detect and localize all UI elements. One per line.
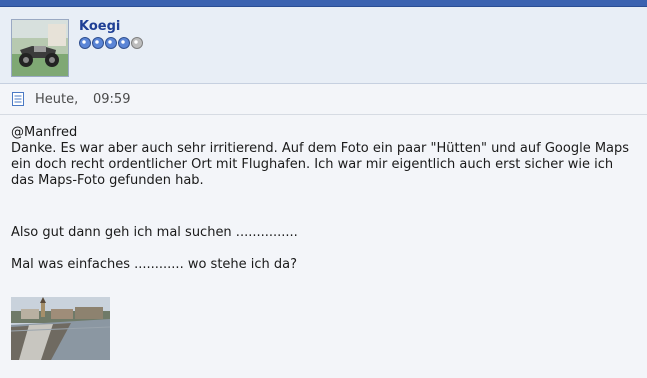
- avatar[interactable]: [11, 19, 69, 77]
- post-paragraph: Also gut dann geh ich mal suchen .......…: [11, 225, 298, 240]
- post-body: @Manfred Danke. Es war aber auch sehr ir…: [11, 125, 636, 189]
- post-time: 09:59: [93, 92, 131, 107]
- post-photo-image: [11, 297, 110, 360]
- post-date: Heute,: [35, 92, 79, 107]
- post-photo[interactable]: [11, 297, 110, 360]
- post-text-line: ein doch recht ordentlicher Ort mit Flug…: [11, 157, 614, 172]
- post-paragraph: Mal was einfaches ............ wo stehe …: [11, 257, 298, 272]
- rank-dot-empty-icon: [131, 37, 143, 49]
- username-link[interactable]: Koegi: [79, 19, 120, 34]
- post-text-line: das Maps-Foto gefunden hab.: [11, 173, 204, 188]
- rank-dot-icon: [118, 37, 130, 49]
- user-info-bar: Koegi: [0, 7, 647, 84]
- forum-top-bar: [0, 0, 647, 7]
- rank-dot-icon: [79, 37, 91, 49]
- post-text-line: Danke. Es war aber auch sehr irritierend…: [11, 141, 630, 156]
- user-rank: [79, 37, 143, 49]
- avatar-image: [12, 20, 68, 76]
- rank-dot-icon: [92, 37, 104, 49]
- document-icon: [12, 92, 24, 106]
- rank-dot-icon: [105, 37, 117, 49]
- post-mention: @Manfred: [11, 125, 78, 140]
- post-meta-bar: Heute, 09:59: [0, 84, 647, 115]
